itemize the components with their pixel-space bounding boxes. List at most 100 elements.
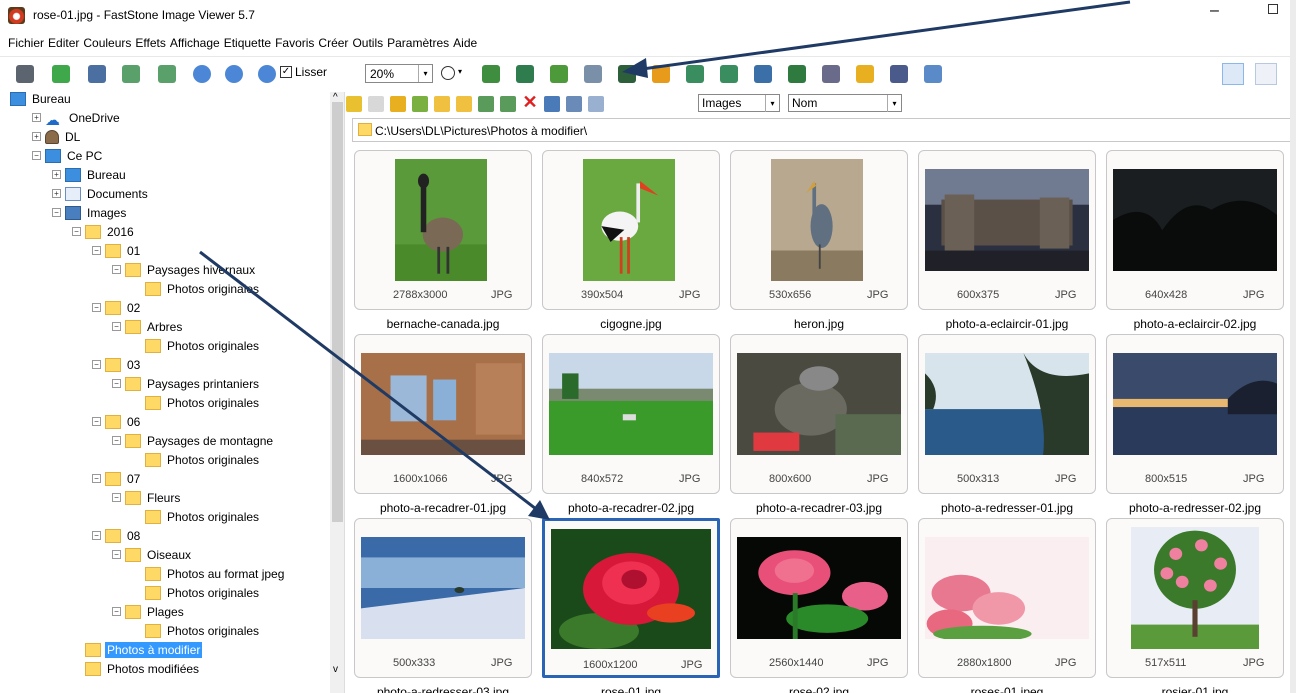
adjust-icon[interactable] (652, 65, 670, 83)
sort-select[interactable]: Nom ▾ (788, 94, 902, 112)
menu-item-6[interactable]: Favoris (273, 32, 316, 54)
thumbnail-frame[interactable]: 800x515 JPG (1106, 334, 1284, 494)
scroll-up-icon[interactable]: ^ (333, 92, 338, 103)
thumbnail-frame[interactable]: 840x572 JPG (542, 334, 720, 494)
collapse-icon[interactable]: − (92, 360, 101, 369)
thumbnail[interactable]: 2560x1440 JPG rose-02.jpg (730, 518, 918, 693)
move-to-icon[interactable] (500, 96, 516, 112)
thumbnail[interactable]: 2788x3000 JPG bernache-canada.jpg (354, 150, 542, 333)
next-icon[interactable] (158, 65, 176, 83)
back-icon[interactable] (346, 96, 362, 112)
menu-item-10[interactable]: Aide (451, 32, 479, 54)
path-bar[interactable]: C:\Users\DL\Pictures\Photos à modifier\ (352, 118, 1296, 142)
tree-node[interactable]: − Paysages hivernaux (112, 260, 257, 279)
tree-node[interactable]: Photos originales (132, 450, 261, 469)
expand-icon[interactable]: + (32, 113, 41, 122)
batch-icon[interactable] (788, 65, 806, 83)
tree-node[interactable]: − Arbres (112, 317, 184, 336)
smooth-checkbox[interactable]: ✓ Lisser (280, 65, 327, 79)
thumbnail-frame[interactable]: 530x656 JPG (730, 150, 908, 310)
list-mode-icon[interactable] (566, 96, 582, 112)
delete-icon[interactable]: ✕ (522, 93, 538, 111)
favorite-folder-icon[interactable] (456, 96, 472, 112)
collapse-icon[interactable]: − (112, 607, 121, 616)
thumbnail[interactable]: 800x515 JPG photo-a-redresser-02.jpg (1106, 334, 1294, 517)
thumbnail[interactable]: 2880x1800 JPG roses-01.jpeg (918, 518, 1106, 693)
tree-node[interactable]: − 02 (92, 298, 142, 317)
collapse-icon[interactable]: − (92, 417, 101, 426)
tree-node[interactable]: Bureau (10, 92, 73, 108)
thumbnail[interactable]: 600x375 JPG photo-a-eclaircir-01.jpg (918, 150, 1106, 333)
thumbnail-frame[interactable]: 517x511 JPG (1106, 518, 1284, 678)
collapse-icon[interactable]: − (112, 265, 121, 274)
print-icon[interactable] (890, 65, 908, 83)
tree-node[interactable]: Photos originales (132, 279, 261, 298)
thumbnail[interactable]: 500x333 JPG photo-a-redresser-03.jpg (354, 518, 542, 693)
thumbnail-frame[interactable]: 2880x1800 JPG (918, 518, 1096, 678)
thumbnail-frame[interactable]: 500x313 JPG (918, 334, 1096, 494)
thumbnail[interactable]: 530x656 JPG heron.jpg (730, 150, 918, 333)
tree-node[interactable]: Photos originales (132, 583, 261, 602)
thumbnail-frame[interactable]: 2560x1440 JPG (730, 518, 908, 678)
selection-ellipse-icon[interactable] (441, 66, 455, 80)
thumbnail-frame[interactable]: 800x600 JPG (730, 334, 908, 494)
tree-node[interactable]: − Plages (112, 602, 186, 621)
menu-item-0[interactable]: Fichier (6, 32, 46, 54)
refresh-icon[interactable] (412, 96, 428, 112)
tree-node[interactable]: − 01 (92, 241, 142, 260)
thumbnail[interactable]: 1600x1066 JPG photo-a-recadrer-01.jpg (354, 334, 542, 517)
tree-node[interactable]: − 03 (92, 355, 142, 374)
zoom-out-icon[interactable] (225, 65, 243, 83)
menu-item-4[interactable]: Affichage (168, 32, 222, 54)
thumbnail-frame[interactable]: 1600x1200 JPG (542, 518, 720, 678)
tree-node[interactable]: − Oiseaux (112, 545, 193, 564)
collapse-icon[interactable]: − (92, 246, 101, 255)
thumbnail-frame[interactable]: 390x504 JPG (542, 150, 720, 310)
thumbnail-view-icon[interactable] (1222, 63, 1244, 85)
tree-node[interactable]: + OneDrive (32, 108, 122, 127)
resize-icon[interactable] (754, 65, 772, 83)
thumbnail[interactable]: 800x600 JPG photo-a-recadrer-03.jpg (730, 334, 918, 517)
email-icon[interactable] (856, 65, 874, 83)
tree-node[interactable]: − 06 (92, 412, 142, 431)
collapse-icon[interactable]: − (72, 227, 81, 236)
save-icon[interactable] (88, 65, 106, 83)
copy-to-icon[interactable] (478, 96, 494, 112)
thumbnail[interactable]: 640x428 JPG photo-a-eclaircir-02.jpg (1106, 150, 1294, 333)
tree-node[interactable]: − Paysages de montagne (112, 431, 275, 450)
zoom-select[interactable]: 20% ▾ (365, 64, 433, 83)
tree-node[interactable]: − 2016 (72, 222, 136, 241)
new-folder-icon[interactable] (434, 96, 450, 112)
menu-item-5[interactable]: Etiquette (222, 32, 273, 54)
previous-icon[interactable] (122, 65, 140, 83)
thumbnails-mode-icon[interactable] (544, 96, 560, 112)
details-mode-icon[interactable] (588, 96, 604, 112)
filmstrip-icon[interactable] (482, 65, 500, 83)
collapse-icon[interactable]: − (112, 493, 121, 502)
thumbnail-frame[interactable]: 500x333 JPG (354, 518, 532, 678)
tree-node[interactable]: − 08 (92, 526, 142, 545)
tree-node[interactable]: Photos au format jpeg (132, 564, 286, 583)
thumbnail-frame[interactable]: 600x375 JPG (918, 150, 1096, 310)
tree-node[interactable]: − Fleurs (112, 488, 182, 507)
collapse-icon[interactable]: − (112, 379, 121, 388)
tree-scroll-thumb[interactable] (332, 102, 343, 522)
rotate-left-icon[interactable] (686, 65, 704, 83)
slideshow-icon[interactable] (550, 65, 568, 83)
expand-icon[interactable]: + (52, 189, 61, 198)
minimize-button[interactable]: – (1210, 2, 1219, 20)
tree-node[interactable]: Photos originales (132, 336, 261, 355)
crop-icon[interactable] (618, 65, 636, 83)
up-folder-icon[interactable] (390, 96, 406, 112)
open-folder-icon[interactable] (52, 65, 70, 83)
chevron-down-icon[interactable]: ▾ (458, 67, 462, 76)
thumbnail-frame[interactable]: 2788x3000 JPG (354, 150, 532, 310)
menu-item-8[interactable]: Outils (350, 32, 385, 54)
tree-node[interactable]: Photos originales (132, 621, 261, 640)
menu-item-9[interactable]: Paramètres (385, 32, 451, 54)
actual-size-icon[interactable] (258, 65, 276, 83)
collapse-icon[interactable]: − (112, 436, 121, 445)
thumbnail[interactable]: 500x313 JPG photo-a-redresser-01.jpg (918, 334, 1106, 517)
forward-icon[interactable] (368, 96, 384, 112)
expand-icon[interactable]: + (52, 170, 61, 179)
